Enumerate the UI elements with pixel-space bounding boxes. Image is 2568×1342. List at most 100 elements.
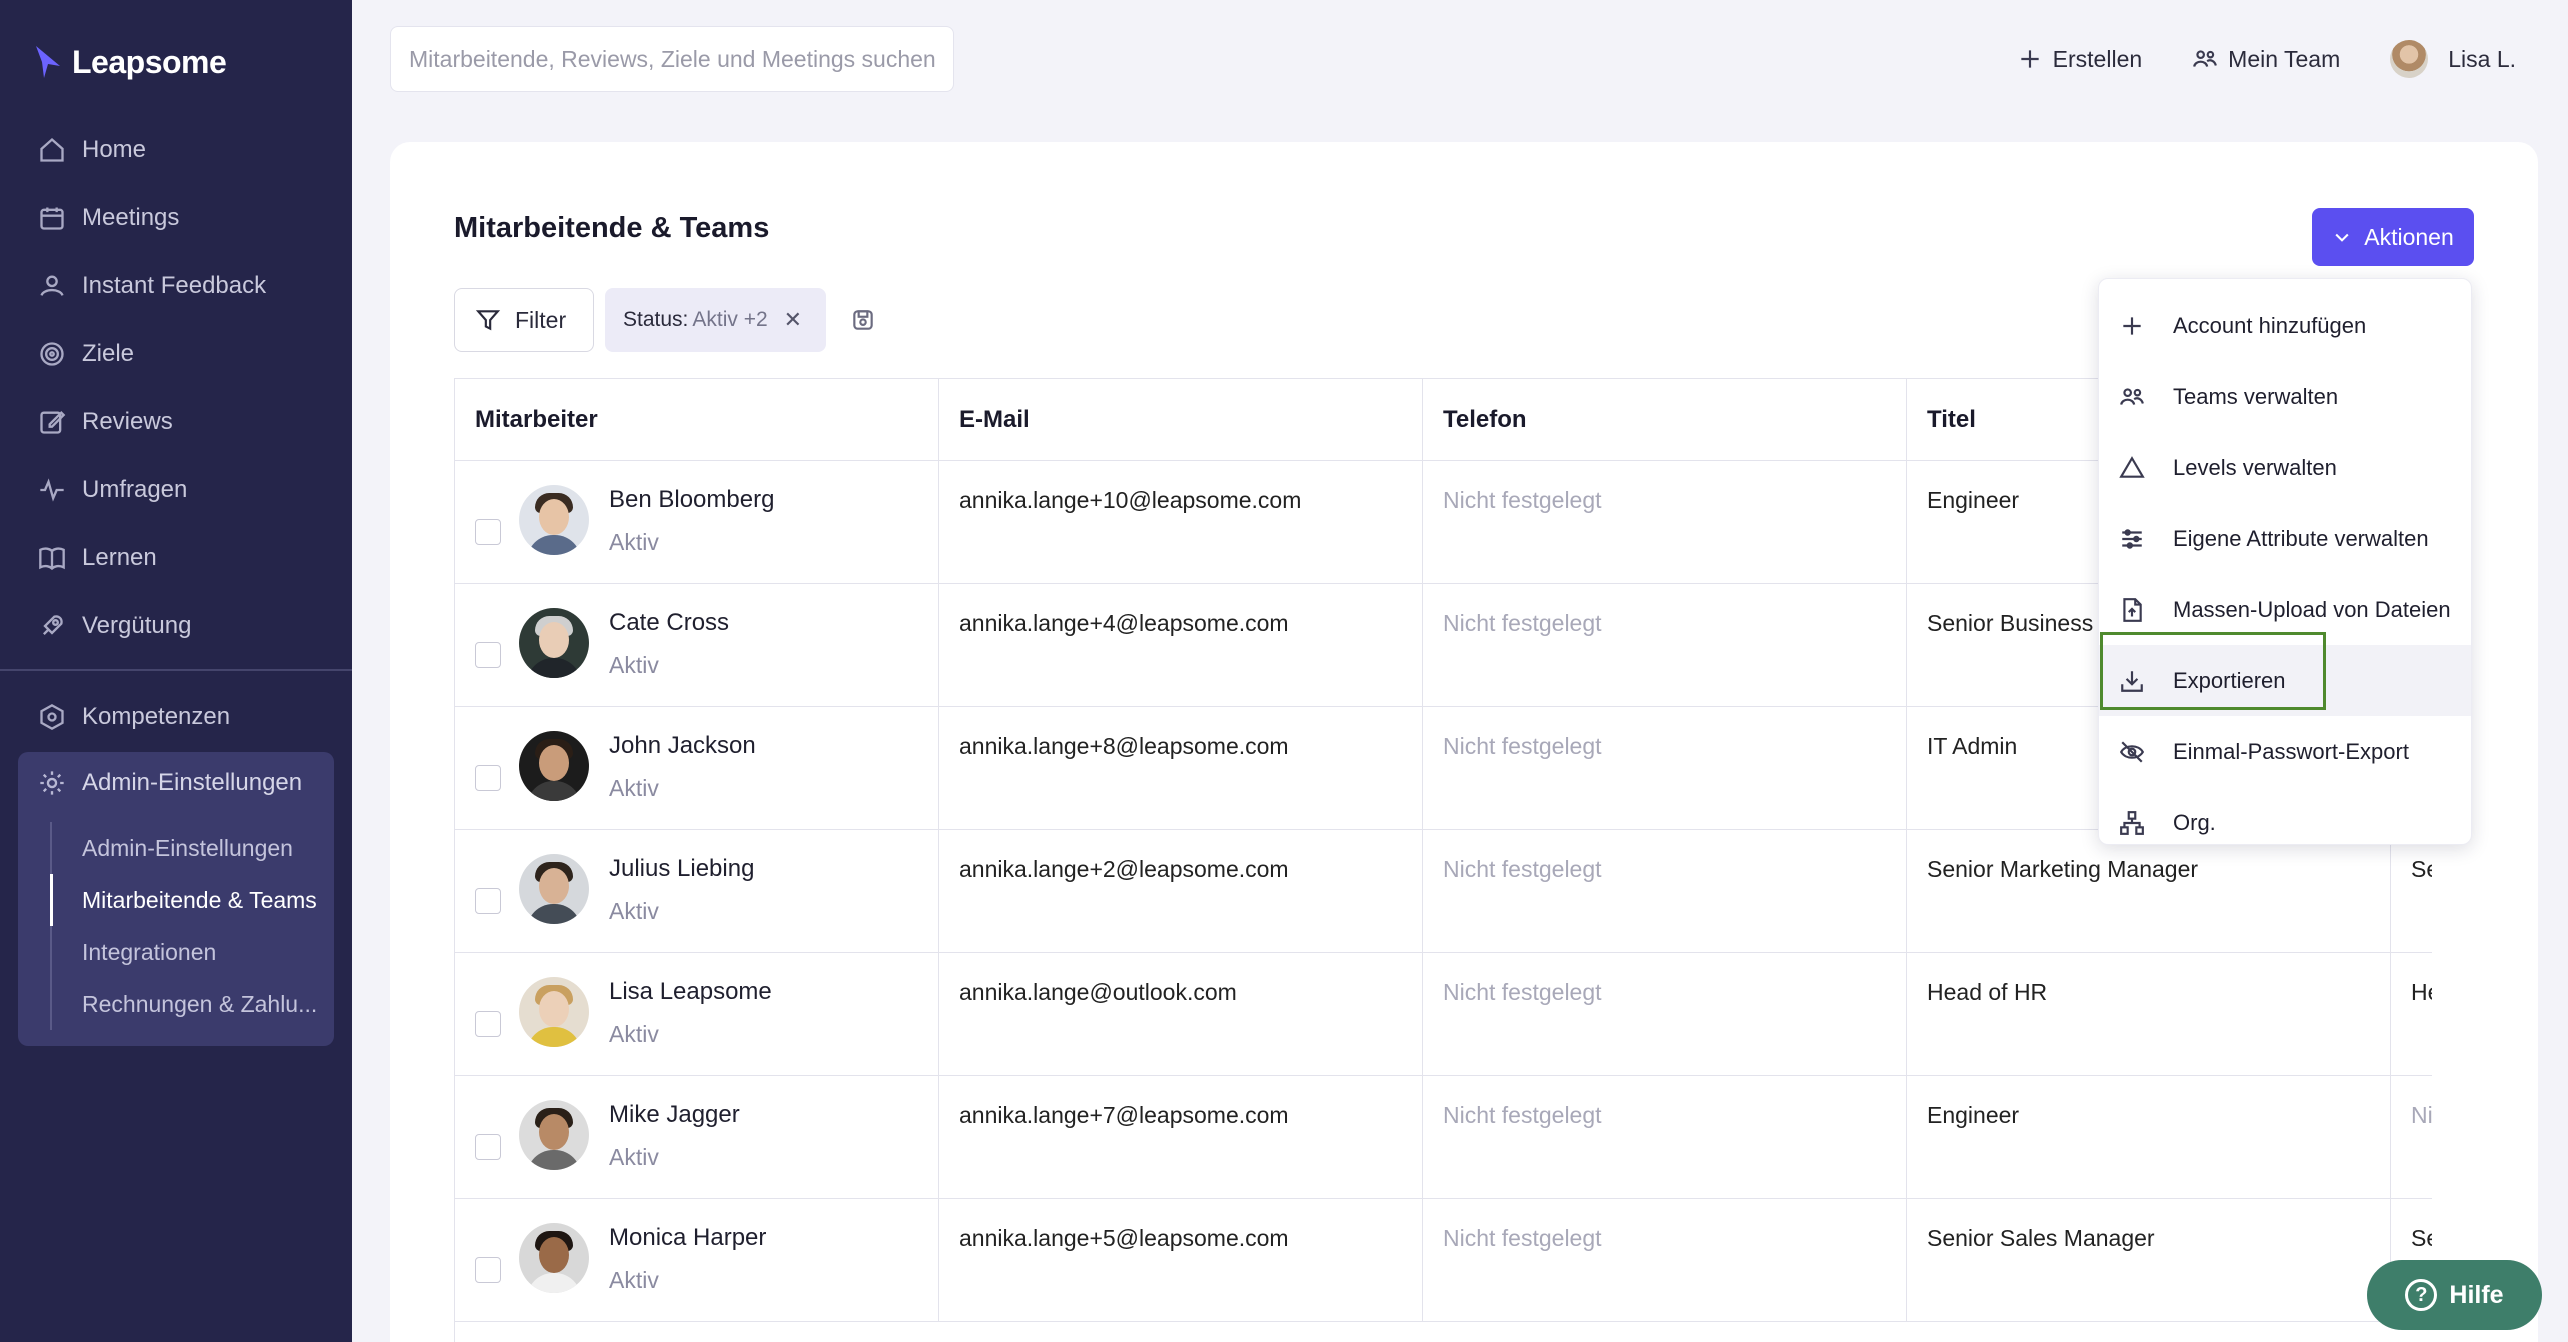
cell-extra: Nicht: [2411, 1102, 2432, 1128]
menu-item-one-time-password-export[interactable]: Einmal-Passwort-Export: [2099, 716, 2471, 787]
help-button[interactable]: ? Hilfe: [2367, 1260, 2542, 1330]
cell-phone: Nicht festgelegt: [1423, 953, 1907, 1075]
download-icon: [2121, 670, 2143, 692]
sidebar-item-ziele[interactable]: Ziele: [18, 320, 334, 388]
cell-phone: Nicht festgelegt: [1423, 830, 1907, 952]
home-icon: [40, 137, 64, 162]
employee-name[interactable]: Cate Cross: [609, 608, 729, 638]
menu-item-manage-teams[interactable]: Teams verwalten: [2099, 361, 2471, 432]
leapsome-logo[interactable]: Leapsome: [34, 38, 227, 86]
top-actions: Erstellen Mein Team Lisa L.: [2017, 26, 2516, 92]
cell-title: Engineer: [1907, 1076, 2391, 1198]
col-header-mitarbeiter[interactable]: Mitarbeiter: [455, 379, 939, 460]
cell-extra: Head: [2411, 979, 2432, 1005]
competency-icon: [40, 703, 64, 731]
search-input[interactable]: [409, 45, 953, 73]
row-checkbox[interactable]: [475, 765, 501, 791]
avatar: [519, 608, 589, 678]
employee-name[interactable]: Mike Jagger: [609, 1100, 740, 1130]
cell-phone: Nicht festgelegt: [1423, 461, 1907, 583]
question-icon: ?: [2405, 1279, 2438, 1311]
employee-name[interactable]: Ben Bloomberg: [609, 485, 774, 515]
table-row[interactable]: Mike Jagger Aktiv annika.lange+7@leapsom…: [455, 1076, 2432, 1199]
employee-name[interactable]: John Jackson: [609, 731, 756, 761]
page-title: Mitarbeitende & Teams: [454, 212, 770, 244]
sliders-icon: [2122, 528, 2142, 549]
subnav-integrationen[interactable]: Integrationen: [52, 926, 334, 978]
col-header-telefon[interactable]: Telefon: [1423, 379, 1907, 460]
cell-phone: Nicht festgelegt: [1423, 707, 1907, 829]
main-nav: Home Meetings Instant Feedback Ziele Rev…: [18, 116, 334, 660]
cell-phone: Nicht festgelegt: [1423, 584, 1907, 706]
create-button[interactable]: Erstellen: [2017, 46, 2142, 73]
employee-name[interactable]: Julius Liebing: [609, 854, 754, 884]
cell-email: annika.lange+5@leapsome.com: [939, 1199, 1423, 1321]
employee-status: Aktiv: [609, 1021, 659, 1047]
subnav-admin-einstellungen[interactable]: Admin-Einstellungen: [52, 822, 334, 874]
my-team-button[interactable]: Mein Team: [2192, 46, 2340, 73]
cell-title: Head of HR: [1907, 953, 2391, 1075]
table-row[interactable]: Lisa Leapsome Aktiv annika.lange@outlook…: [455, 953, 2432, 1076]
leapsome-logo-icon: [36, 46, 60, 78]
team-icon: [2120, 387, 2144, 405]
sidebar-item-meetings[interactable]: Meetings: [18, 184, 334, 252]
sidebar-item-kompetenzen[interactable]: Kompetenzen: [18, 683, 334, 751]
admin-subnav: Admin-Einstellungen Mitarbeitende & Team…: [50, 822, 334, 1030]
menu-item-add-account[interactable]: Account hinzufügen: [2099, 290, 2471, 361]
sidebar-item-instant-feedback[interactable]: Instant Feedback: [18, 252, 334, 320]
cell-phone: Nicht festgelegt: [1423, 1076, 1907, 1198]
sidebar-item-verguetung[interactable]: Vergütung: [18, 592, 334, 660]
table-row[interactable]: Monica Harper Aktiv annika.lange+5@leaps…: [455, 1199, 2432, 1322]
row-checkbox[interactable]: [475, 1257, 501, 1283]
sidebar-item-admin-einstellungen[interactable]: Admin-Einstellungen: [18, 752, 334, 814]
chevron-down-icon: [2335, 233, 2349, 242]
cell-email: annika.lange+4@leapsome.com: [939, 584, 1423, 706]
menu-item-manage-levels[interactable]: Levels verwalten: [2099, 432, 2471, 503]
eye-off-icon: [2119, 740, 2145, 763]
employee-name[interactable]: Lisa Leapsome: [609, 977, 772, 1007]
menu-item-export[interactable]: Exportieren: [2099, 645, 2471, 716]
employee-status: Aktiv: [609, 652, 659, 678]
filter-button[interactable]: Filter: [454, 288, 594, 352]
target-icon: [40, 342, 64, 366]
sidebar: Leapsome Home Meetings Instant Feedback …: [0, 0, 352, 1342]
row-checkbox[interactable]: [475, 519, 501, 545]
sidebar-item-reviews[interactable]: Reviews: [18, 388, 334, 456]
org-chart-icon: [2120, 810, 2144, 835]
menu-item-org[interactable]: Org.: [2099, 787, 2471, 858]
row-checkbox[interactable]: [475, 1134, 501, 1160]
filter-icon: [475, 310, 501, 331]
row-checkbox[interactable]: [475, 642, 501, 668]
row-checkbox[interactable]: [475, 1011, 501, 1037]
user-menu[interactable]: Lisa L.: [2390, 40, 2516, 78]
row-checkbox[interactable]: [475, 888, 501, 914]
actions-button[interactable]: Aktionen: [2312, 208, 2474, 266]
triangle-icon: [2119, 455, 2145, 478]
actions-dropdown: Account hinzufügen Teams verwalten Level…: [2098, 278, 2472, 845]
pulse-icon: [40, 478, 64, 502]
status-filter-chip[interactable]: Status: Aktiv +2 ✕: [605, 288, 826, 352]
sidebar-divider: [0, 669, 352, 671]
menu-item-bulk-upload[interactable]: Massen-Upload von Dateien: [2099, 574, 2471, 645]
avatar: [519, 977, 589, 1047]
subnav-mitarbeitende-teams[interactable]: Mitarbeitende & Teams: [50, 874, 334, 926]
calendar-icon: [40, 207, 64, 230]
sidebar-item-lernen[interactable]: Lernen: [18, 524, 334, 592]
cell-email: annika.lange+7@leapsome.com: [939, 1076, 1423, 1198]
save-filter-icon[interactable]: [850, 307, 876, 333]
employee-name[interactable]: Monica Harper: [609, 1223, 766, 1253]
cell-email: annika.lange+8@leapsome.com: [939, 707, 1423, 829]
cell-phone: Nicht festgelegt: [1423, 1199, 1907, 1321]
global-search[interactable]: [390, 26, 954, 92]
plus-icon: [2123, 316, 2141, 335]
rocket-icon: [43, 615, 63, 635]
avatar: [519, 1223, 589, 1293]
plus-icon: [2021, 50, 2039, 68]
sidebar-item-home[interactable]: Home: [18, 116, 334, 184]
menu-item-custom-attributes[interactable]: Eigene Attribute verwalten: [2099, 503, 2471, 574]
close-icon[interactable]: ✕: [784, 307, 802, 333]
subnav-rechnungen[interactable]: Rechnungen & Zahlu...: [52, 978, 334, 1030]
team-icon: [2193, 50, 2218, 67]
col-header-email[interactable]: E-Mail: [939, 379, 1423, 460]
sidebar-item-umfragen[interactable]: Umfragen: [18, 456, 334, 524]
